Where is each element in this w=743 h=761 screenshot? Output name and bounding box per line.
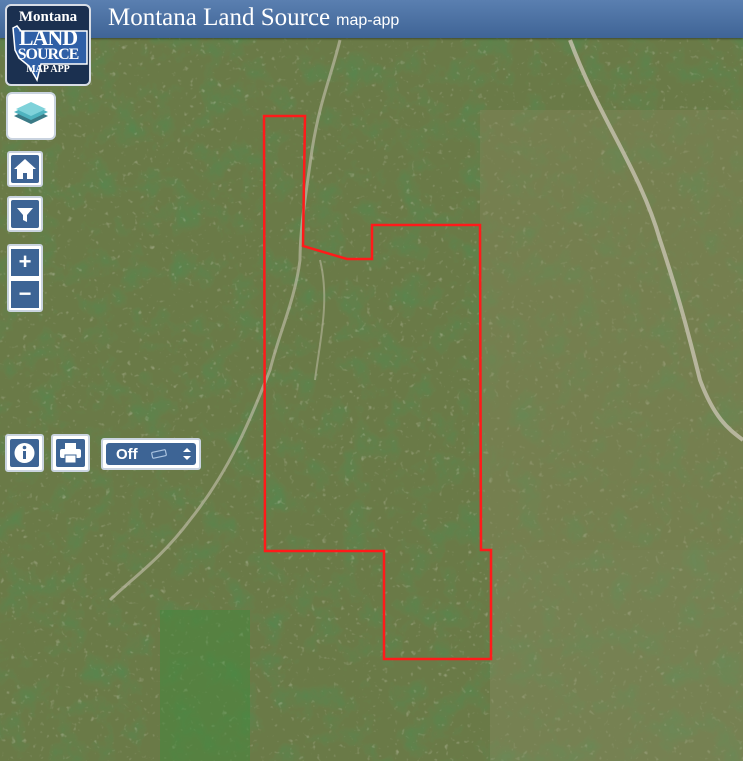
info-button[interactable] [5, 434, 44, 472]
layer-select-inner[interactable]: Off [106, 443, 196, 465]
app-title: Montana Land Source map-app [108, 4, 399, 32]
satellite-map[interactable] [0, 0, 743, 761]
home-icon-bg [11, 155, 39, 183]
layer-select-value: Off [116, 446, 138, 463]
filter-icon [17, 208, 33, 222]
print-icon [60, 443, 81, 464]
filter-icon-bg [11, 200, 39, 228]
filter-button[interactable] [7, 196, 43, 232]
home-button[interactable] [7, 151, 43, 187]
zoom-out-button[interactable]: − [11, 281, 39, 308]
layers-icon [14, 102, 48, 124]
montana-land-source-logo[interactable]: Montana LAND SOURCE MAP APP [5, 4, 91, 86]
logo-line-3: SOURCE [17, 46, 80, 63]
select-arrows-icon [183, 448, 191, 460]
layer-select[interactable]: Off [101, 438, 201, 470]
eraser-icon [151, 449, 167, 459]
logo-line-2: LAND [18, 25, 78, 50]
logo-line-1: Montana [18, 9, 78, 25]
app-title-text: Montana Land Source [108, 4, 331, 31]
print-button[interactable] [51, 434, 90, 472]
info-icon-bg [10, 439, 39, 467]
home-icon [14, 159, 36, 179]
logo-line-4: MAP APP [26, 64, 70, 75]
zoom-control: + − [7, 244, 43, 312]
app-subtitle: map-app [336, 12, 400, 29]
info-icon [14, 443, 35, 463]
zoom-in-button[interactable]: + [11, 249, 39, 276]
print-icon-bg [56, 439, 85, 467]
app-header: Montana Land Source map-app [0, 0, 743, 38]
layers-button[interactable] [6, 92, 56, 140]
